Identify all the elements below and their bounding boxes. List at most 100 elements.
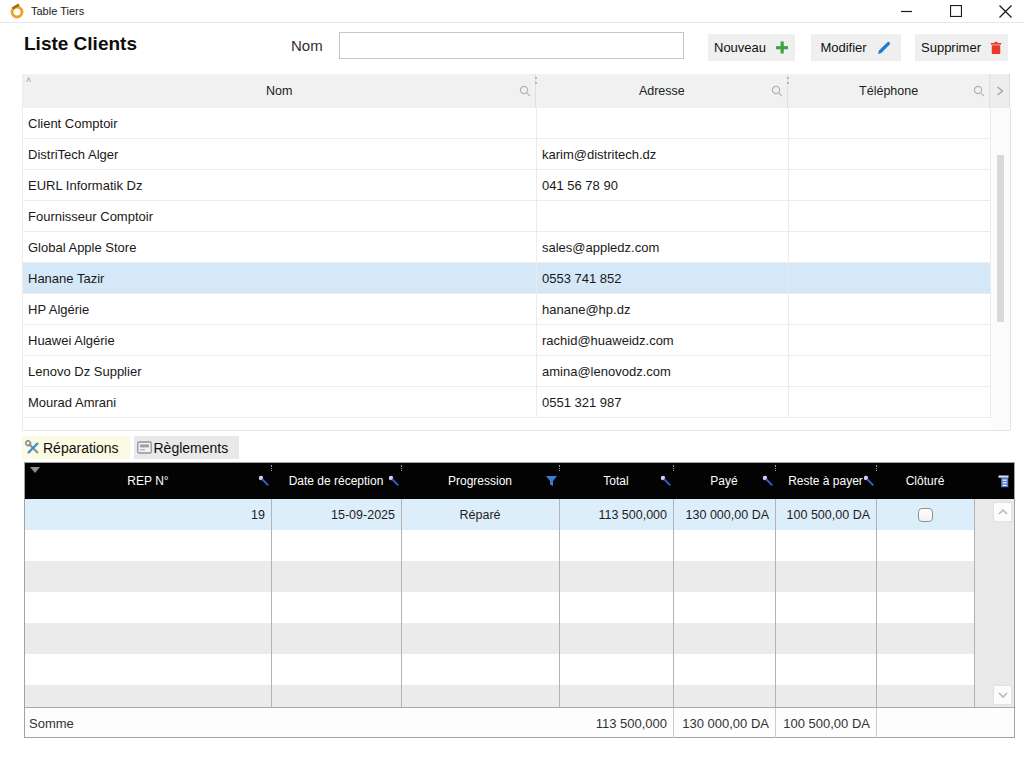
cell-adresse[interactable] [537, 108, 789, 138]
pencil-icon [876, 40, 892, 56]
column-header-telephone[interactable]: Téléphone [788, 74, 990, 108]
next-column-button[interactable] [990, 74, 1010, 108]
cell-progression[interactable]: Réparé [401, 499, 559, 530]
column-chooser-icon[interactable] [998, 474, 1009, 488]
clients-table-header: ˄ Nom Adresse Téléphone [23, 74, 1010, 108]
edit-pencil-icon [762, 475, 774, 487]
column-header-label: REP N° [127, 474, 168, 488]
column-header-label: Payé [710, 474, 737, 488]
cell-telephone[interactable] [789, 294, 991, 324]
cell-nom[interactable]: HP Algérie [23, 294, 537, 324]
cell-nom[interactable]: EURL Informatik Dz [23, 170, 537, 200]
client-row[interactable]: Lenovo Dz Supplier amina@lenovodz.com [23, 356, 1010, 387]
empty-row[interactable] [25, 623, 974, 654]
cell-adresse[interactable]: 041 56 78 90 [537, 170, 789, 200]
client-row[interactable]: DistriTech Alger karim@distritech.dz [23, 139, 1010, 170]
client-row[interactable]: Client Comptoir [23, 108, 1010, 139]
empty-row[interactable] [25, 654, 974, 685]
client-row[interactable]: Huawei Algérie rachid@huaweidz.com [23, 325, 1010, 356]
cell-nom[interactable]: Mourad Amrani [23, 387, 537, 417]
client-row[interactable]: EURL Informatik Dz 041 56 78 90 [23, 170, 1010, 201]
cell-telephone[interactable] [789, 108, 991, 138]
minimize-button[interactable] [892, 0, 922, 22]
cell-adresse[interactable] [537, 201, 789, 231]
tab-reparations[interactable]: Réparations [22, 436, 130, 459]
maximize-button[interactable] [941, 0, 971, 22]
cloture-checkbox[interactable] [918, 508, 933, 522]
cell-nom[interactable]: Fournisseur Comptoir [23, 201, 537, 231]
cell-telephone[interactable] [789, 325, 991, 355]
client-row[interactable]: Hanane Tazir 0553 741 852 [23, 263, 1010, 294]
cell-telephone[interactable] [789, 170, 991, 200]
column-header-rep-no[interactable]: REP N° [25, 463, 271, 499]
cell-rep-no[interactable]: 19 [25, 499, 271, 530]
client-row[interactable]: HP Algérie hanane@hp.dz [23, 294, 1010, 325]
scroll-up-icon [998, 509, 1008, 515]
column-header-label: Reste à payer [788, 474, 863, 488]
tab-label: Réparations [43, 440, 119, 456]
cell-adresse[interactable]: karim@distritech.dz [537, 139, 789, 169]
cell-adresse[interactable]: sales@appledz.com [537, 232, 789, 262]
column-handle [401, 465, 402, 471]
cell-nom[interactable]: DistriTech Alger [23, 139, 537, 169]
summary-row: Somme 113 500,000 130 000,00 DA 100 500,… [25, 707, 1014, 737]
empty-row[interactable] [25, 530, 974, 561]
summary-paye: 130 000,00 DA [673, 708, 775, 738]
repairs-vertical-scrollbar[interactable] [974, 499, 1014, 708]
cell-telephone[interactable] [789, 232, 991, 262]
cell-date[interactable]: 15-09-2025 [271, 499, 401, 530]
cell-telephone[interactable] [789, 139, 991, 169]
search-icon[interactable] [519, 85, 531, 97]
client-row[interactable]: Global Apple Store sales@appledz.com [23, 232, 1010, 263]
column-header-adresse[interactable]: Adresse [536, 74, 788, 108]
search-icon[interactable] [973, 85, 985, 97]
cell-nom[interactable]: Huawei Algérie [23, 325, 537, 355]
cell-adresse[interactable]: hanane@hp.dz [537, 294, 789, 324]
client-row[interactable]: Mourad Amrani 0551 321 987 [23, 387, 1010, 418]
scroll-up-button[interactable] [993, 502, 1012, 522]
client-row[interactable]: Fournisseur Comptoir [23, 201, 1010, 232]
cell-nom[interactable]: Client Comptoir [23, 108, 537, 138]
summary-separator [876, 708, 877, 738]
column-resize-handle[interactable] [535, 77, 537, 84]
column-header-reste[interactable]: Reste à payer [775, 463, 876, 499]
column-header-cloture[interactable]: Clôturé [876, 463, 974, 499]
empty-row[interactable] [25, 592, 974, 623]
cell-adresse[interactable]: 0553 741 852 [537, 263, 789, 293]
cell-telephone[interactable] [789, 387, 991, 417]
scrollbar-thumb[interactable] [997, 155, 1004, 322]
empty-row[interactable] [25, 561, 974, 592]
cell-telephone[interactable] [789, 263, 991, 293]
cell-nom[interactable]: Hanane Tazir [23, 263, 537, 293]
nom-search-input[interactable] [339, 32, 684, 59]
nouveau-button[interactable]: Nouveau [708, 34, 795, 61]
cell-nom[interactable]: Lenovo Dz Supplier [23, 356, 537, 386]
titlebar: Table Tiers [0, 0, 1025, 23]
column-resize-handle[interactable] [787, 77, 789, 84]
empty-row[interactable] [25, 685, 974, 708]
vertical-scrollbar[interactable] [991, 108, 1011, 430]
close-button[interactable] [990, 0, 1020, 22]
column-header-nom[interactable]: ˄ Nom [23, 74, 536, 108]
detail-tabs: Réparations Règlements [22, 436, 239, 459]
cell-paye[interactable]: 130 000,00 DA [673, 499, 775, 530]
cell-total[interactable]: 113 500,000 [559, 499, 673, 530]
column-header-paye[interactable]: Payé [673, 463, 775, 499]
cell-adresse[interactable]: 0551 321 987 [537, 387, 789, 417]
scroll-down-button[interactable] [993, 685, 1012, 705]
cell-nom[interactable]: Global Apple Store [23, 232, 537, 262]
edit-pencil-icon [660, 475, 672, 487]
cell-adresse[interactable]: rachid@huaweidz.com [537, 325, 789, 355]
cell-reste[interactable]: 100 500,00 DA [775, 499, 876, 530]
filter-icon[interactable] [545, 475, 558, 487]
column-header-progression[interactable]: Progression [401, 463, 559, 499]
cell-telephone[interactable] [789, 356, 991, 386]
modifier-button[interactable]: Modifier [811, 34, 901, 61]
column-header-date[interactable]: Date de réception [271, 463, 401, 499]
tab-reglements[interactable]: Règlements [134, 436, 240, 459]
cell-telephone[interactable] [789, 201, 991, 231]
search-icon[interactable] [771, 85, 783, 97]
column-header-total[interactable]: Total [559, 463, 673, 499]
supprimer-button[interactable]: Supprimer [915, 34, 1008, 61]
cell-adresse[interactable]: amina@lenovodz.com [537, 356, 789, 386]
